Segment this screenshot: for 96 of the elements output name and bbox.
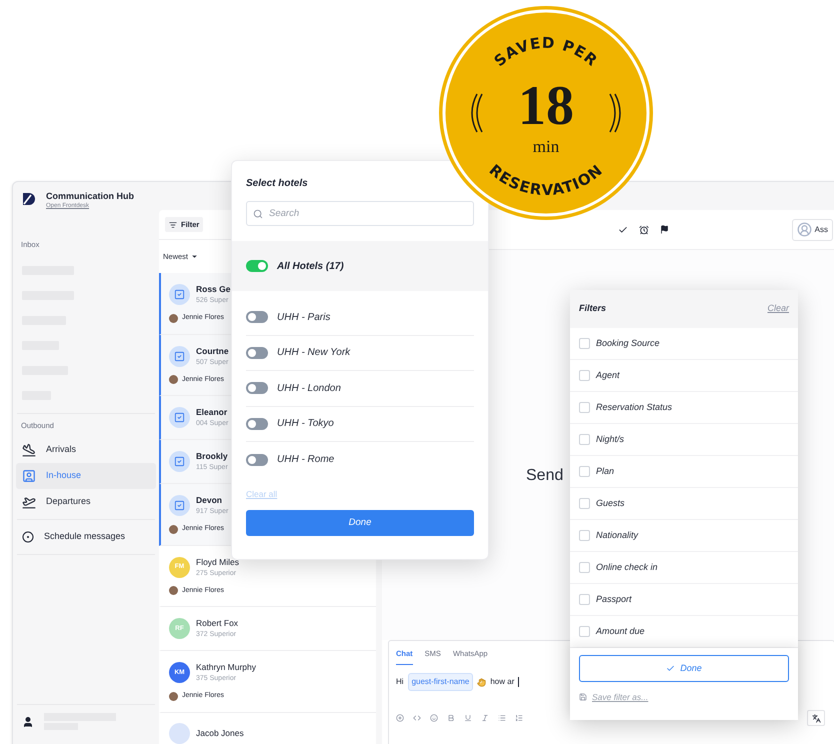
bold-icon[interactable] xyxy=(447,714,455,722)
guest-name: Eleanor xyxy=(196,406,228,418)
bullet-list-icon[interactable] xyxy=(498,714,506,722)
filter-option[interactable]: Booking Source xyxy=(570,328,798,360)
agent-avatar xyxy=(169,692,178,701)
add-icon[interactable] xyxy=(396,714,404,722)
nav-item[interactable]: Schedule messages xyxy=(16,524,156,550)
filter-icon xyxy=(169,220,177,228)
toggle-switch[interactable] xyxy=(246,454,268,466)
hotel-label: UHH - Rome xyxy=(277,453,334,468)
checkbox[interactable] xyxy=(579,402,590,413)
logo-icon xyxy=(22,192,36,206)
filter-option[interactable]: Guests xyxy=(570,488,798,520)
hotel-label: UHH - London xyxy=(277,382,341,396)
alarm-icon[interactable] xyxy=(639,224,649,234)
toggle-switch[interactable] xyxy=(246,418,268,430)
user-icon xyxy=(796,222,812,237)
popup-title: Filters xyxy=(579,302,606,316)
badge-unit: min xyxy=(532,137,560,156)
checkbox[interactable] xyxy=(579,594,590,605)
checkbox[interactable] xyxy=(579,370,590,381)
filter-option[interactable]: Online check in xyxy=(570,552,798,584)
message-text: how ar xyxy=(490,676,514,688)
check-icon xyxy=(174,500,185,511)
message-text: Hi xyxy=(396,676,404,688)
filter-option[interactable]: Agent xyxy=(570,360,798,392)
toggle-switch[interactable] xyxy=(246,346,268,359)
checkbox[interactable] xyxy=(579,562,590,573)
filter-option[interactable]: Plan xyxy=(570,456,798,488)
assign-button[interactable]: Ass xyxy=(792,218,833,240)
variable-tag: guest-first-name xyxy=(408,673,474,692)
toggle-switch[interactable] xyxy=(246,382,268,394)
waving-hand-icon xyxy=(477,678,486,687)
agent-avatar xyxy=(169,524,178,534)
toggle-switch[interactable] xyxy=(246,311,268,324)
plane-takeoff-icon xyxy=(22,494,36,508)
filter-option[interactable]: Reservation Status xyxy=(570,392,798,424)
search-field[interactable]: Search xyxy=(246,201,474,226)
caret-icon xyxy=(191,253,198,260)
check-icon xyxy=(666,664,676,673)
plane-landing-icon xyxy=(22,442,36,456)
agent-avatar xyxy=(169,314,178,323)
checkbox[interactable] xyxy=(579,498,590,509)
done-button[interactable]: Done xyxy=(246,510,474,536)
guest-name: Courtne xyxy=(196,344,229,356)
schedule-icon xyxy=(22,530,34,542)
checkbox[interactable] xyxy=(579,466,590,477)
checkbox[interactable] xyxy=(579,338,590,349)
agent-avatar xyxy=(169,375,178,384)
check-icon xyxy=(174,456,185,467)
underline-icon[interactable] xyxy=(464,714,472,722)
hotel-label: UHH - Tokyo xyxy=(277,417,334,432)
guest-name: Devon xyxy=(196,494,223,506)
conversation-item[interactable]: Jacob Jones xyxy=(159,712,376,744)
filter-option[interactable]: Passport xyxy=(570,584,798,616)
done-button[interactable]: Done xyxy=(579,655,789,682)
checkbox[interactable] xyxy=(579,434,590,445)
filter-option[interactable]: Nationality xyxy=(570,520,798,552)
guest-name: Ross Ge xyxy=(196,283,230,295)
save-icon xyxy=(579,693,587,702)
filter-option[interactable]: Amount due xyxy=(570,616,798,648)
guest-name: Brookly xyxy=(196,450,228,462)
check-icon xyxy=(174,412,185,423)
hotel-label: UHH - Paris xyxy=(277,310,330,325)
checkbox[interactable] xyxy=(579,530,590,541)
popup-title: Select hotels xyxy=(245,177,309,191)
user-icon xyxy=(22,716,34,728)
toggle-switch[interactable] xyxy=(246,260,268,272)
filter-option[interactable]: Night/s xyxy=(570,424,798,456)
badge-value: 18 xyxy=(518,75,574,137)
checkbox[interactable] xyxy=(579,626,590,637)
check-icon xyxy=(174,350,185,362)
flag-icon[interactable] xyxy=(660,225,669,234)
app-title: Communication Hub xyxy=(46,190,134,202)
empty-state-text: Send xyxy=(526,467,564,484)
nav-item[interactable]: Arrivals xyxy=(16,436,156,462)
nav-item[interactable]: Departures xyxy=(16,488,156,514)
translate-button[interactable] xyxy=(807,710,825,726)
translate-icon xyxy=(812,714,820,723)
right-bracket-drawing xyxy=(609,94,621,132)
left-bracket-drawing xyxy=(471,94,483,132)
code-icon[interactable] xyxy=(413,714,421,722)
check-icon[interactable] xyxy=(618,224,628,234)
italic-icon[interactable] xyxy=(481,714,489,722)
person-card-icon xyxy=(22,468,36,482)
toggle-label: All Hotels (17) xyxy=(277,260,344,274)
guest-name: Kathryn Murphy xyxy=(196,661,256,673)
numbered-list-icon[interactable] xyxy=(515,714,523,722)
guest-name: Robert Fox xyxy=(196,617,238,629)
guest-name: Floyd Miles xyxy=(196,556,239,568)
search-icon xyxy=(253,208,263,218)
agent-avatar xyxy=(169,586,178,596)
check-icon xyxy=(174,289,185,300)
guest-name: Jacob Jones xyxy=(196,727,244,739)
hotel-label: UHH - New York xyxy=(277,346,350,360)
emoji-icon[interactable] xyxy=(430,714,438,722)
